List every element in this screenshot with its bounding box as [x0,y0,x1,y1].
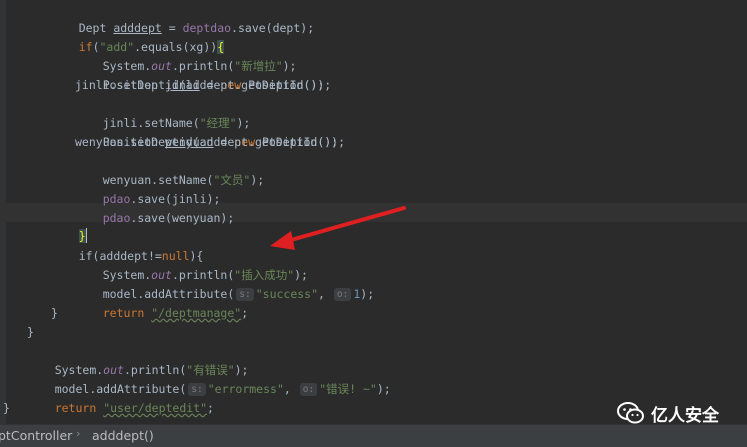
keyword-token: return [54,401,97,415]
code-line-16[interactable]: return "/deptmanage"; [75,285,248,320]
code-line-13[interactable]: if(adddept!=null){ [51,228,204,263]
code-line-6[interactable]: jinli.setName("经理"); [75,95,251,130]
code-line-20[interactable]: model.addAttribute(s: "errormess", o: "错误!… [27,361,391,396]
code-line-4[interactable]: Position jinli = new Position(); [75,57,325,92]
field-token: pdao [102,211,131,225]
code-line-7[interactable]: Position wenyuan = new Position(); [75,114,338,149]
code-line-19[interactable]: System.out.println("有错误"); [27,342,249,377]
watermark-text: 亿人安全 [651,405,719,425]
code-line-8[interactable]: wenyuan.setDeptid(adddept.getDeptId()); [75,133,345,152]
paren-token: ); [360,287,375,301]
call-token: .save(dept); [231,21,315,35]
breadcrumb: ptController › adddept() [0,424,747,447]
string-token: "success" [255,287,319,301]
red-arrow-annotation [270,206,406,250]
string-token: "errormess" [207,382,284,396]
code-line-17[interactable]: } [51,304,58,323]
semicolon-token: ; [207,401,214,415]
code-line-15[interactable]: model.addAttribute(s: "success", o: 1); [75,266,374,301]
code-editor[interactable]: Dept adddept = deptdao.save(dept); if("a… [0,0,747,424]
paren-token: ); [376,382,391,396]
wechat-icon [617,402,644,424]
param-hint: o: [333,288,352,301]
separator-token: , [318,287,332,301]
string-token: "user/deptedit" [103,401,208,415]
code-line-5[interactable]: jinli.setDeptid(adddept.getDeptId()); [75,76,331,95]
separator-token: , [283,382,298,396]
code-line-18[interactable]: } [27,323,34,342]
code-line-9[interactable]: wenyuan.setName("文员"); [75,152,265,187]
breadcrumb-separator-icon: › [76,427,81,440]
string-token: "错误! ~" [319,382,377,396]
paren-token: ); [250,173,265,187]
code-line-3[interactable]: System.out.println("新增拉"); [75,38,297,73]
call-token: .save(wenyuan); [130,211,235,225]
code-line-2[interactable]: if("add".equals(xg)){ [51,19,225,54]
string-token: "/deptmanage" [151,306,242,320]
breadcrumb-class[interactable]: ptController [0,428,72,443]
code-line-1[interactable]: Dept adddept = deptdao.save(dept); [51,0,314,35]
code-line-10[interactable]: pdao.save(jinli); [75,171,221,206]
code-line-12[interactable]: } [51,208,87,243]
code-line-22[interactable]: } [3,399,10,418]
code-line-11[interactable]: pdao.save(wenyuan); [75,190,235,225]
keyword-token: return [102,306,145,320]
semicolon-token: ; [241,306,249,320]
breadcrumb-method[interactable]: adddept() [92,428,154,443]
param-hint: o: [299,383,318,396]
watermark: 亿人安全 [617,398,719,424]
code-line-21[interactable]: return "user/deptedit"; [27,380,214,415]
